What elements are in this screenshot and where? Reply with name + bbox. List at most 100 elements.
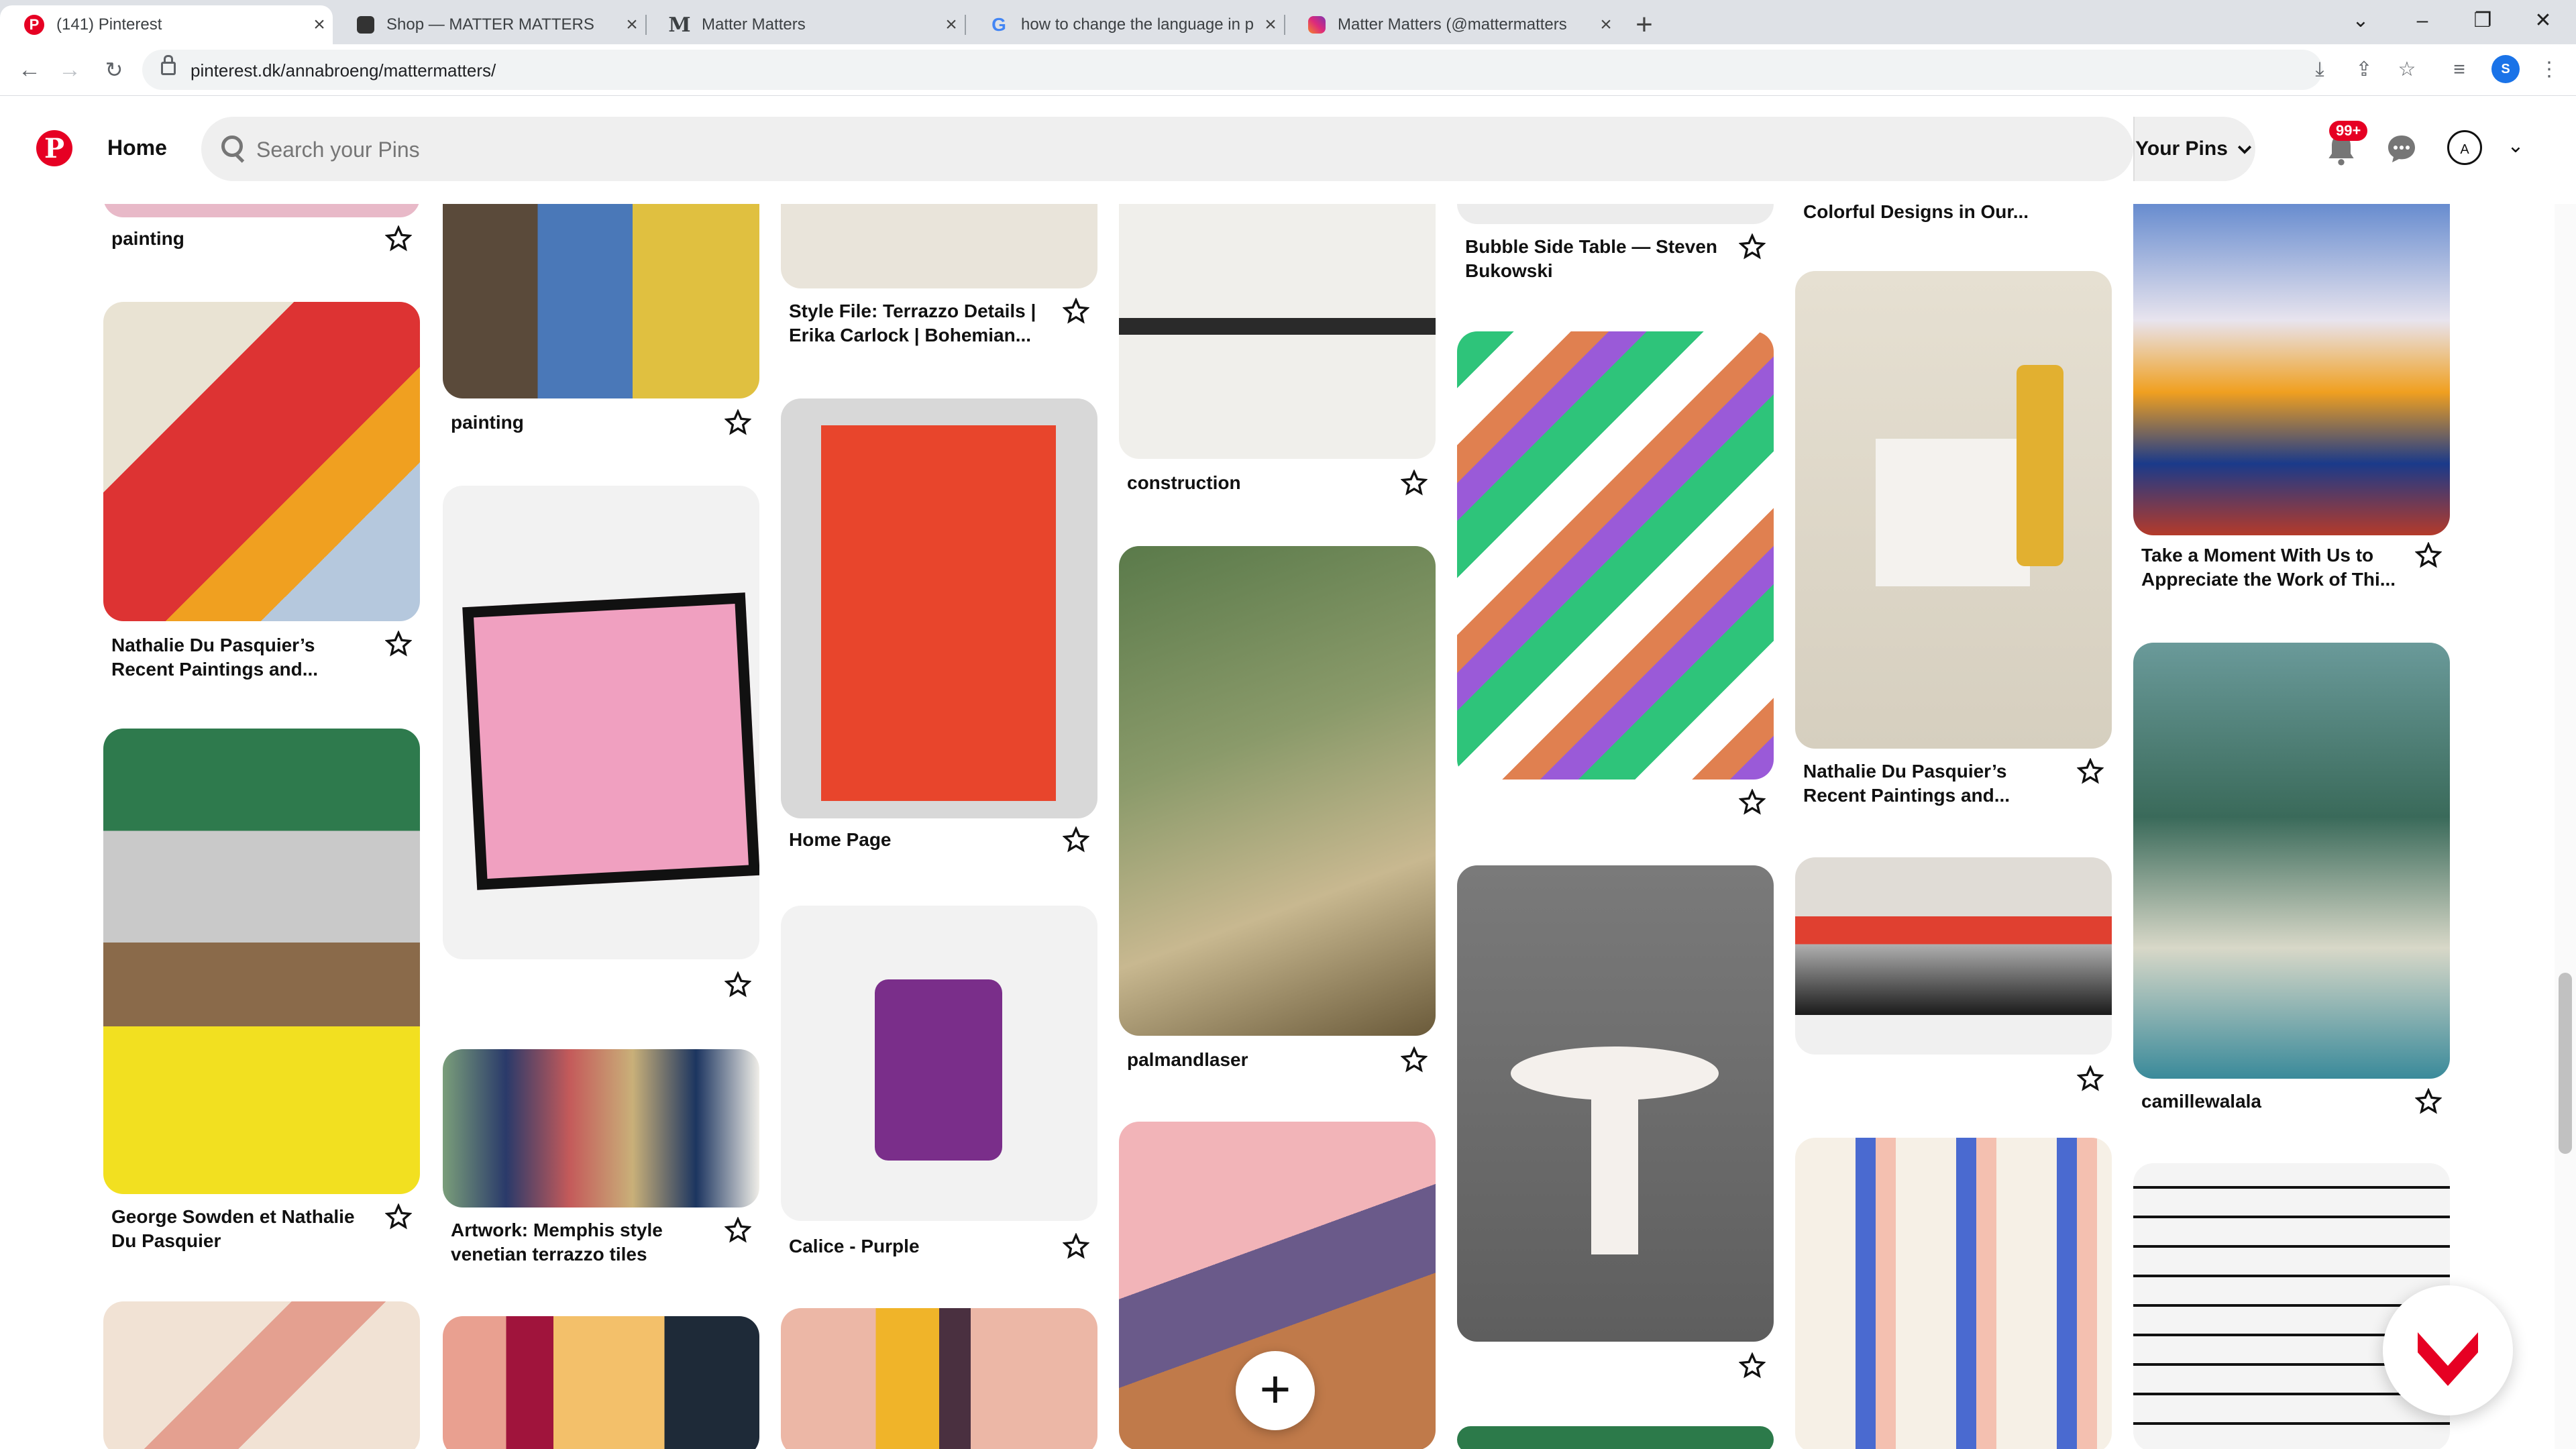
pin-image[interactable] [443, 204, 759, 398]
star-icon[interactable] [2077, 758, 2104, 785]
reading-list-icon[interactable]: ≡ [2446, 56, 2473, 83]
pin-title[interactable]: Take a Moment With Us to Appreciate the … [2141, 543, 2396, 592]
pin-image[interactable] [1457, 331, 1774, 780]
pin-card[interactable] [103, 1301, 420, 1449]
pin-title[interactable]: Home Page [789, 828, 1044, 852]
pin-title[interactable]: painting [111, 227, 366, 251]
pin-card[interactable]: Calice - Purple [781, 906, 1097, 1281]
pin-card[interactable]: George Sowden et Nathalie Du Pasquier [103, 729, 420, 1251]
pin-title[interactable]: Colorful Designs in Our... [1803, 204, 2058, 224]
star-icon[interactable] [1739, 789, 1766, 816]
pin-image[interactable] [1457, 865, 1774, 1342]
pin-card[interactable]: painting [103, 204, 420, 271]
pin-title[interactable]: construction [1127, 471, 1382, 495]
pin-card[interactable]: camillewalala [2133, 643, 2450, 1126]
tab-matter-matters[interactable]: M Matter Matters × [645, 5, 965, 44]
pin-image[interactable] [781, 906, 1097, 1221]
search-input[interactable] [255, 134, 2069, 165]
pin-title[interactable]: Calice - Purple [789, 1234, 1044, 1258]
pin-image[interactable] [1457, 204, 1774, 224]
close-window-icon[interactable]: ✕ [2513, 0, 2573, 42]
star-icon[interactable] [724, 409, 751, 436]
star-icon[interactable] [1063, 826, 1089, 853]
star-icon[interactable] [1739, 1352, 1766, 1379]
install-icon[interactable]: ⤓ [2306, 56, 2333, 83]
add-pin-button[interactable]: + [1236, 1351, 1315, 1430]
help-button[interactable] [2383, 1285, 2513, 1415]
share-icon[interactable]: ⇪ [2351, 56, 2377, 83]
pin-card[interactable] [1457, 1426, 1774, 1449]
search-bar[interactable] [201, 117, 2133, 181]
star-icon[interactable] [1401, 470, 1428, 496]
close-icon[interactable]: × [619, 13, 645, 36]
pin-image[interactable] [103, 302, 420, 621]
minimize-icon[interactable]: – [2392, 0, 2453, 42]
pin-card[interactable]: Home Page [781, 398, 1097, 868]
pin-card[interactable] [1795, 857, 2112, 1099]
star-icon[interactable] [385, 1203, 412, 1230]
pin-image[interactable] [1795, 1138, 2112, 1449]
pin-image[interactable] [781, 204, 1097, 288]
pin-card[interactable]: Colorful Designs in Our... [1795, 204, 2112, 244]
pin-image[interactable] [2133, 643, 2450, 1079]
pin-title[interactable]: Nathalie Du Pasquier’s Recent Paintings … [111, 633, 366, 682]
pin-title[interactable]: camillewalala [2141, 1089, 2396, 1114]
pin-image[interactable] [1119, 546, 1436, 1036]
pin-card[interactable]: Take a Moment With Us to Appreciate the … [2133, 204, 2450, 606]
pin-card[interactable]: Artwork: Memphis style venetian terrazzo… [443, 1049, 759, 1277]
browser-profile-avatar[interactable]: S [2491, 55, 2520, 83]
star-icon[interactable] [1063, 1233, 1089, 1260]
reload-icon[interactable]: ↻ [99, 55, 129, 85]
scrollbar-thumb[interactable] [2559, 973, 2572, 1154]
account-avatar[interactable]: A [2447, 130, 2482, 165]
pin-image[interactable] [103, 1301, 420, 1449]
pin-title[interactable]: painting [451, 411, 706, 435]
star-icon[interactable] [1401, 1046, 1428, 1073]
tab-pinterest[interactable]: P (141) Pinterest × [0, 5, 333, 44]
account-chevron-down-icon[interactable]: ⌄ [2502, 134, 2529, 161]
pin-card[interactable]: Bubble Side Table — Steven Bukowski [1457, 204, 1774, 298]
pin-title[interactable]: Nathalie Du Pasquier’s Recent Paintings … [1803, 759, 2058, 808]
pin-title[interactable]: palmandlaser [1127, 1048, 1382, 1072]
restore-icon[interactable]: ❐ [2453, 0, 2513, 42]
pin-card[interactable]: painting [443, 204, 759, 445]
pin-title[interactable]: Style File: Terrazzo Details | Erika Car… [789, 299, 1044, 347]
pin-card[interactable]: Nathalie Du Pasquier’s Recent Paintings … [1795, 271, 2112, 814]
tab-instagram[interactable]: Matter Matters (@mattermatters × [1284, 5, 1619, 44]
star-icon[interactable] [1063, 298, 1089, 325]
pin-card[interactable]: palmandlaser [1119, 546, 1436, 1083]
star-icon[interactable] [724, 1217, 751, 1244]
new-tab-icon[interactable]: + [1627, 8, 1661, 42]
pin-image[interactable] [1119, 204, 1436, 459]
star-icon[interactable] [2077, 1065, 2104, 1092]
pin-image[interactable] [1457, 1426, 1774, 1449]
pin-image[interactable] [781, 398, 1097, 818]
star-icon[interactable] [2415, 542, 2442, 569]
pin-card[interactable] [1457, 331, 1774, 821]
pin-image[interactable] [443, 1316, 759, 1449]
pin-title[interactable]: Bubble Side Table — Steven Bukowski [1465, 235, 1720, 283]
close-icon[interactable]: × [938, 13, 965, 36]
star-icon[interactable] [385, 225, 412, 252]
close-icon[interactable]: × [1593, 13, 1619, 36]
pin-card[interactable]: Style File: Terrazzo Details | Erika Car… [781, 204, 1097, 365]
home-link[interactable]: Home [107, 136, 167, 160]
star-icon[interactable] [724, 971, 751, 998]
pin-title[interactable]: Artwork: Memphis style venetian terrazzo… [451, 1218, 706, 1267]
star-icon[interactable] [385, 631, 412, 657]
pin-image[interactable] [443, 1049, 759, 1208]
pin-card[interactable] [1795, 1138, 2112, 1449]
tab-google-search[interactable]: G how to change the language in p × [965, 5, 1284, 44]
pinterest-logo-icon[interactable]: P [36, 130, 72, 166]
tab-shop[interactable]: Shop — MATTER MATTERS × [333, 5, 645, 44]
back-arrow-icon[interactable]: ← [15, 55, 44, 85]
bookmark-star-icon[interactable]: ☆ [2394, 56, 2420, 83]
close-icon[interactable]: × [306, 13, 333, 36]
address-bar[interactable]: pinterest.dk/annabroeng/mattermatters/ [142, 50, 2322, 90]
forward-arrow-icon[interactable]: → [55, 55, 85, 85]
pin-card[interactable] [781, 1308, 1097, 1449]
pin-card[interactable]: construction [1119, 204, 1436, 499]
close-icon[interactable]: × [1257, 13, 1284, 36]
pin-image[interactable] [1795, 857, 2112, 1055]
browser-menu-icon[interactable]: ⋮ [2536, 56, 2563, 83]
